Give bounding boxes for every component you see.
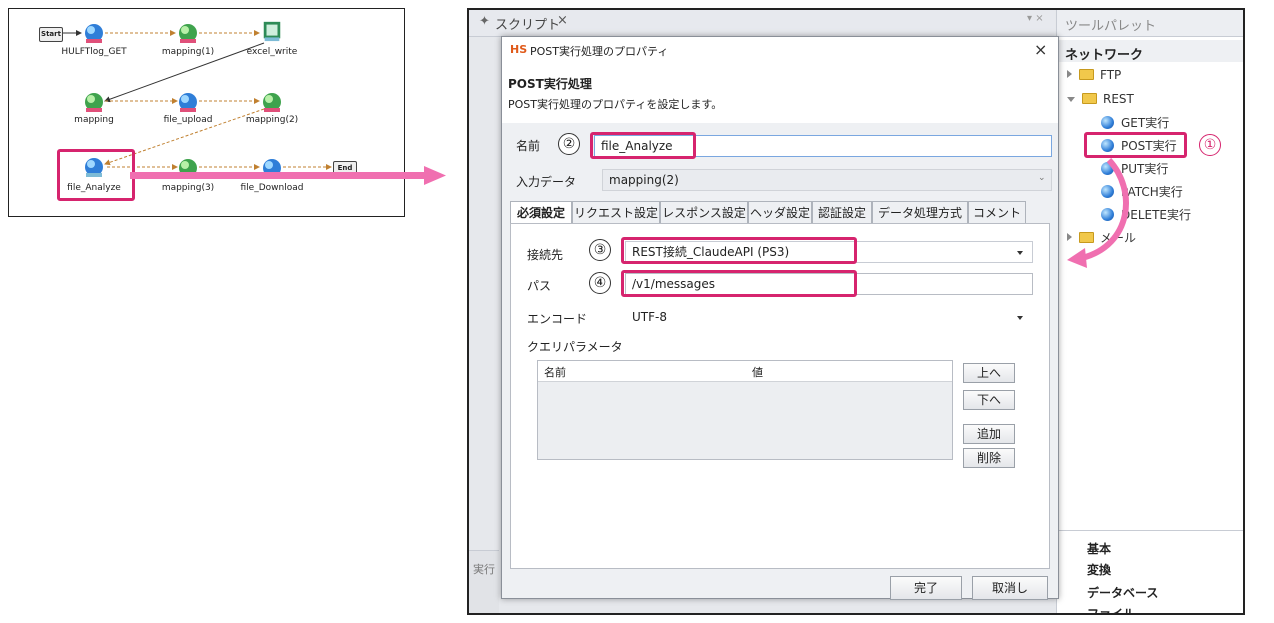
palette-header-bar: ツールパレット (1057, 10, 1243, 37)
palette-item-label: REST (1103, 92, 1134, 106)
node-label-excel-write: excel_write (246, 47, 298, 57)
palette-section-basic[interactable]: 基本 (1087, 540, 1111, 557)
mapping-globe-icon[interactable] (83, 91, 105, 113)
palette-item-ftp[interactable]: FTP (1067, 68, 1121, 82)
dropdown-caret-icon (1017, 316, 1023, 320)
node-label-hulftlog-get: HULFTlog_GET (61, 47, 127, 57)
properties-dialog: HS POST実行処理のプロパティ × POST実行処理 POST実行処理のプロ… (501, 36, 1059, 600)
delete-button[interactable]: 削除 (963, 448, 1015, 468)
dialog-heading: POST実行処理 (508, 77, 592, 91)
excel-icon[interactable] (261, 20, 283, 42)
step-marker-4: ④ (589, 272, 611, 294)
palette-title: ツールパレット (1065, 19, 1157, 34)
tab-response[interactable]: レスポンス設定 (660, 201, 748, 223)
dialog-body: 名前 ② file_Analyze 入力データ mapping(2) ⌄ 必須設… (502, 123, 1058, 600)
folder-icon (1079, 69, 1094, 80)
script-icon: ✦ (479, 14, 490, 29)
palette-item-label: GET実行 (1121, 116, 1170, 130)
expand-icon (1067, 70, 1072, 78)
dialog-title: POST実行処理のプロパティ (530, 45, 669, 58)
node-label-file-upload: file_upload (163, 115, 213, 125)
node-label-mapping2: mapping(2) (245, 115, 299, 125)
name-label: 名前 (516, 139, 541, 153)
palette-section-label: ネットワーク (1065, 48, 1144, 63)
highlight-file-analyze (57, 149, 135, 201)
highlight-path (621, 270, 857, 297)
tab-script[interactable]: スクリプト (495, 14, 560, 33)
connection-label: 接続先 (527, 248, 564, 262)
ok-button[interactable]: 完了 (890, 576, 962, 600)
node-label-mapping: mapping (74, 115, 114, 125)
pointer-arrow (130, 166, 446, 185)
dialog-description: POST実行処理のプロパティを設定します。 (508, 98, 723, 111)
folder-icon (1082, 93, 1097, 104)
tab-header[interactable]: ヘッダ設定 (748, 201, 812, 223)
highlight-name (590, 132, 696, 159)
dialog-header: POST実行処理 POST実行処理のプロパティを設定します。 (502, 63, 1058, 124)
dropdown-chevron-icon: ⌄ (1038, 173, 1046, 183)
palette-section-convert[interactable]: 変換 (1087, 561, 1111, 578)
start-node[interactable]: Start (39, 27, 63, 42)
exec-label: 実行 (473, 563, 495, 576)
input-data-label: 入力データ (516, 175, 577, 189)
rest-globe-icon[interactable] (177, 91, 199, 113)
dropdown-caret-icon (1017, 251, 1023, 255)
cancel-button[interactable]: 取消し (972, 576, 1048, 600)
tab-data-processing[interactable]: データ処理方式 (872, 201, 968, 223)
path-label: パス (527, 279, 552, 293)
tab-close-icon[interactable]: × (557, 13, 568, 28)
editor-tabbar: ✦ スクリプト × ▾ × (469, 10, 1055, 37)
start-label: Start (41, 30, 61, 38)
add-button[interactable]: 追加 (963, 424, 1015, 444)
mapping-globe-icon[interactable] (261, 91, 283, 113)
dialog-close-icon[interactable]: × (1034, 40, 1047, 59)
palette-section-file[interactable]: ファイル (1087, 605, 1135, 613)
col-header-name[interactable]: 名前 (544, 364, 566, 380)
dialog-titlebar: HS POST実行処理のプロパティ × (502, 37, 1058, 63)
step-marker-1: ① (1199, 134, 1221, 156)
tab-panel-required: 接続先 ③ REST接続_ClaudeAPI (PS3) パス ④ /v1/me… (510, 223, 1050, 569)
highlight-connection (621, 237, 857, 264)
table-header-row: 名前 値 (538, 361, 952, 382)
mapping-globe-icon[interactable] (177, 22, 199, 44)
palette-section-database[interactable]: データベース (1087, 584, 1158, 601)
collapse-icon (1067, 97, 1075, 102)
query-params-table: 名前 値 (537, 360, 953, 460)
palette-item-get[interactable]: GET実行 (1101, 114, 1169, 131)
move-up-button[interactable]: 上へ (963, 363, 1015, 383)
globe-icon (1101, 116, 1114, 129)
tab-request[interactable]: リクエスト設定 (572, 201, 660, 223)
console-panel: 実行 (469, 550, 499, 613)
tab-required[interactable]: 必須設定 (510, 201, 572, 223)
palette-section-network[interactable]: ネットワーク (1057, 40, 1243, 63)
node-label-mapping1: mapping(1) (161, 47, 215, 57)
rest-globe-icon[interactable] (83, 22, 105, 44)
app-window: ✦ スクリプト × ▾ × 実行 ツールパレット ネットワーク FTP REST… (467, 8, 1245, 615)
col-header-value[interactable]: 値 (752, 364, 763, 380)
input-data-select[interactable]: mapping(2) (602, 169, 1052, 191)
tool-palette: ツールパレット ネットワーク FTP REST GET実行 POST実行 PUT… (1056, 10, 1243, 613)
view-menu-icon[interactable]: ▾ × (1027, 13, 1044, 24)
drag-arrow (1067, 157, 1129, 268)
query-params-label: クエリパラメータ (527, 340, 623, 354)
tab-comment[interactable]: コメント (968, 201, 1026, 223)
encode-select[interactable]: UTF-8 (625, 306, 1033, 328)
step-marker-2: ② (558, 133, 580, 155)
step-marker-3: ③ (589, 239, 611, 261)
hs-logo-icon: HS (510, 43, 528, 56)
encode-label: エンコード (527, 312, 588, 326)
tab-auth[interactable]: 認証設定 (812, 201, 872, 223)
palette-item-rest[interactable]: REST (1067, 92, 1134, 106)
palette-item-label: FTP (1100, 68, 1122, 82)
move-down-button[interactable]: 下へ (963, 390, 1015, 410)
settings-tabs: 必須設定 リクエスト設定 レスポンス設定 ヘッダ設定 認証設定 データ処理方式 … (510, 201, 1026, 223)
